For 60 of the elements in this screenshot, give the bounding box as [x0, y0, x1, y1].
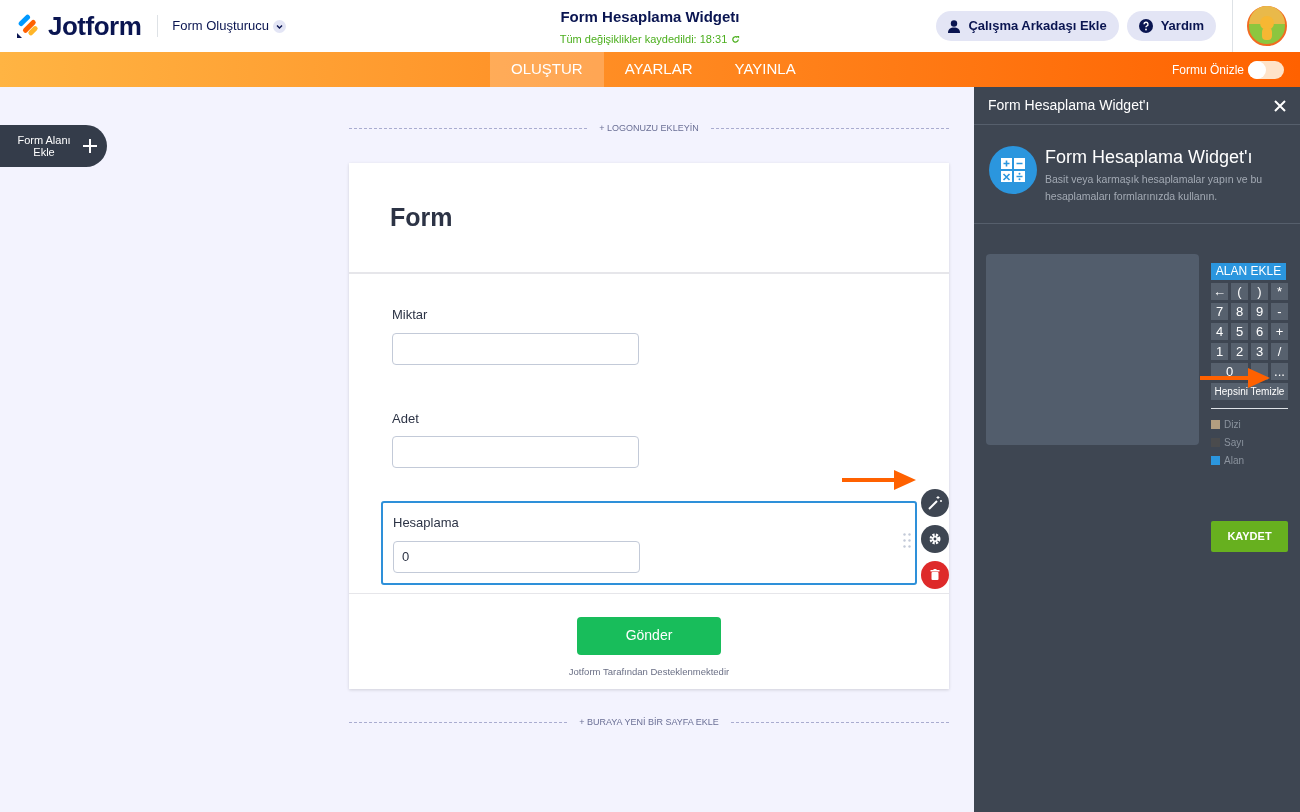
calculator-key[interactable]: ←	[1211, 283, 1228, 300]
help-button[interactable]: Yardım	[1126, 11, 1216, 41]
calculator-key[interactable]: 2	[1231, 343, 1248, 360]
add-logo-link[interactable]: + LOGONUZU EKLEYİN	[587, 122, 711, 136]
form-question[interactable]: Adet	[381, 397, 917, 479]
calculator-key[interactable]: /	[1271, 343, 1288, 360]
calculator-key[interactable]: 1	[1211, 343, 1228, 360]
add-collaborator-button[interactable]: Çalışma Arkadaşı Ekle	[936, 11, 1119, 41]
calculator-key[interactable]: )	[1251, 283, 1268, 300]
save-status: Tüm değişiklikler kaydedildi: 18:31	[559, 32, 728, 47]
widget-name: Form Hesaplama Widget'ı	[1045, 146, 1254, 168]
add-field-button[interactable]: Form Alanı Ekle	[0, 125, 107, 167]
close-icon[interactable]	[1274, 99, 1286, 112]
legend-label: Sayı	[1224, 436, 1244, 450]
calculator-key[interactable]: -	[1271, 303, 1288, 320]
panel-title: Form Hesaplama Widget'ı	[988, 96, 1150, 115]
drag-handle-icon[interactable]	[903, 533, 911, 548]
preview-toggle[interactable]	[1248, 60, 1284, 79]
person-icon	[948, 19, 961, 33]
form-question[interactable]: Miktar	[381, 294, 917, 376]
delete-button[interactable]	[921, 561, 949, 589]
logo-icon[interactable]	[16, 14, 40, 38]
legend-label: Dizi	[1224, 418, 1241, 432]
calculator-key[interactable]: 7	[1211, 303, 1228, 320]
plus-icon	[82, 138, 98, 154]
settings-button[interactable]	[921, 525, 949, 553]
widget-description: Basit veya karmaşık hesaplamalar yapın ve bu hesaplamaları formlarınızda kullanın.	[1045, 172, 1264, 204]
logo-text: Jotform	[48, 9, 142, 43]
field-label: Hesaplama	[393, 514, 460, 532]
builder-menu[interactable]: Form Oluşturucu	[166, 15, 293, 37]
calculator-key[interactable]: 4	[1211, 323, 1228, 340]
refresh-icon	[731, 34, 741, 44]
form-title: Form Hesaplama Widgetı	[559, 8, 741, 26]
calculator-key[interactable]: 6	[1251, 323, 1268, 340]
calculator-key[interactable]: 3	[1251, 343, 1268, 360]
calculator-key[interactable]: (	[1231, 283, 1248, 300]
calculator-key[interactable]: 5	[1231, 323, 1248, 340]
calculator-key[interactable]: 8	[1231, 303, 1248, 320]
form-heading: Form	[349, 162, 949, 274]
clear-all-button[interactable]: Hepsini Temizle	[1211, 383, 1288, 400]
add-field-button[interactable]: ALAN EKLE	[1211, 263, 1286, 280]
calculator-icon	[989, 146, 1037, 194]
calculator-key[interactable]: +	[1271, 323, 1288, 340]
legend-label: Alan	[1224, 454, 1244, 468]
chevron-down-icon	[273, 19, 287, 33]
input-field[interactable]	[392, 436, 639, 468]
preview-label: Formu Önizle	[1171, 61, 1244, 79]
calculator-key[interactable]: *	[1271, 283, 1288, 300]
field-label: Miktar	[392, 306, 429, 324]
help-icon	[1138, 19, 1153, 33]
annotation-arrow	[1200, 367, 1270, 389]
input-field[interactable]: 0	[393, 540, 640, 573]
add-page-link[interactable]: + BURAYA YENİ BİR SAYFA EKLE	[567, 715, 731, 730]
calculator-key[interactable]: ...	[1271, 363, 1288, 380]
avatar[interactable]	[1246, 6, 1287, 46]
calculator-key[interactable]: 9	[1251, 303, 1268, 320]
powered-by-text: Jotform Tarafından Desteklenmektedir	[568, 664, 730, 679]
input-field[interactable]	[392, 332, 639, 365]
field-label: Adet	[392, 409, 420, 428]
wand-button[interactable]	[921, 489, 949, 517]
